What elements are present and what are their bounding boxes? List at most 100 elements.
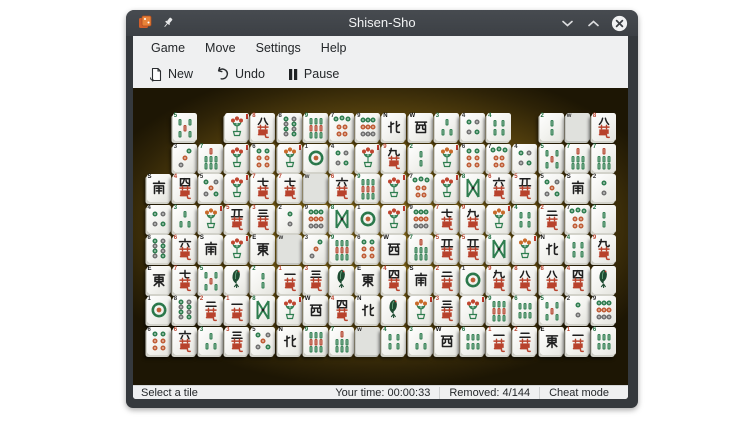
tile-wind-west[interactable]: W <box>435 327 459 355</box>
tile-character-2[interactable]: 2 <box>540 205 564 233</box>
tile-season[interactable] <box>513 235 537 263</box>
tile-wind-east[interactable]: E <box>251 235 275 263</box>
tile-bamboo-5[interactable]: 5 <box>173 113 197 141</box>
tile-character-6[interactable]: 6 <box>173 327 197 355</box>
tile-circle-7[interactable]: 7 <box>566 205 590 233</box>
tile-character-7[interactable]: 7 <box>251 174 275 202</box>
tile-wind-west[interactable]: W <box>409 113 433 141</box>
tile-bamboo-7[interactable]: 7 <box>330 327 354 355</box>
tile-white-dragon-blank[interactable]: w <box>566 113 590 141</box>
tile-bamboo-9[interactable]: 9 <box>330 235 354 263</box>
tile-circle-1[interactable]: 1 <box>304 144 328 172</box>
pause-button[interactable]: Pause <box>279 63 347 85</box>
tile-circle-2[interactable]: 2 <box>592 174 616 202</box>
menu-item-help[interactable]: Help <box>311 38 357 58</box>
tile-character-1[interactable]: 1 <box>278 266 302 294</box>
tile-flower[interactable] <box>382 174 406 202</box>
tile-wind-south[interactable]: S <box>566 174 590 202</box>
tile-character-9[interactable]: 9 <box>592 235 616 263</box>
tile-bamboo-9[interactable]: 9 <box>487 296 511 324</box>
menu-item-settings[interactable]: Settings <box>246 38 311 58</box>
tile-character-6[interactable]: 6 <box>487 174 511 202</box>
tile-character-2[interactable]: 2 <box>199 296 223 324</box>
tile-character-3[interactable]: 3 <box>435 296 459 324</box>
tile-bamboo-6[interactable]: 6 <box>592 327 616 355</box>
tile-wind-west[interactable]: W <box>382 235 406 263</box>
tile-bamboo-8[interactable]: 8 <box>461 174 485 202</box>
tile-character-2[interactable]: 2 <box>435 266 459 294</box>
tile-season[interactable] <box>487 205 511 233</box>
tile-bamboo-7[interactable]: 7 <box>566 144 590 172</box>
tile-circle-7[interactable]: 7 <box>487 144 511 172</box>
tile-flower[interactable] <box>461 296 485 324</box>
tile-flower[interactable] <box>225 235 249 263</box>
tile-bamboo-6[interactable]: 6 <box>461 327 485 355</box>
tile-character-8[interactable]: 8 <box>540 266 564 294</box>
tile-character-5[interactable]: 5 <box>513 174 537 202</box>
tile-character-6[interactable]: 6 <box>330 174 354 202</box>
tile-bamboo-2[interactable]: 2 <box>251 266 275 294</box>
tile-bamboo-4[interactable]: 4 <box>513 205 537 233</box>
tile-bamboo-5[interactable]: 5 <box>199 266 223 294</box>
tile-bamboo-8[interactable]: 8 <box>487 235 511 263</box>
tile-circle-5[interactable]: 5 <box>199 174 223 202</box>
tile-flower[interactable] <box>225 174 249 202</box>
tile-bamboo-8[interactable]: 8 <box>330 205 354 233</box>
tile-character-6[interactable]: 6 <box>173 235 197 263</box>
tile-character-7[interactable]: 7 <box>435 205 459 233</box>
tile-bamboo-4[interactable]: 4 <box>382 327 406 355</box>
tile-flower[interactable] <box>356 144 380 172</box>
tile-circle-4[interactable]: 4 <box>147 205 171 233</box>
tile-character-4[interactable]: 4 <box>566 266 590 294</box>
tile-season[interactable] <box>278 144 302 172</box>
tile-wind-north[interactable]: N <box>540 235 564 263</box>
tile-bamboo-3[interactable]: 3 <box>173 205 197 233</box>
tile-circle-9[interactable]: 9 <box>409 205 433 233</box>
tile-character-3[interactable]: 3 <box>251 205 275 233</box>
tile-bamboo-9[interactable]: 9 <box>304 327 328 355</box>
tile-circle-7[interactable]: 7 <box>330 113 354 141</box>
tile-circle-1[interactable]: 1 <box>461 266 485 294</box>
chevron-down-icon[interactable] <box>558 14 576 32</box>
tile-character-5[interactable]: 5 <box>225 205 249 233</box>
tile-wind-north[interactable]: N <box>356 296 380 324</box>
tile-character-5[interactable]: 5 <box>461 235 485 263</box>
tile-flower[interactable] <box>225 113 249 141</box>
tile-character-4[interactable]: 4 <box>382 266 406 294</box>
tile-character-9[interactable]: 9 <box>461 205 485 233</box>
tile-circle-1[interactable]: 1 <box>147 296 171 324</box>
tile-wind-east[interactable]: E <box>147 266 171 294</box>
tile-character-4[interactable]: 4 <box>330 296 354 324</box>
tile-circle-5[interactable]: 5 <box>251 327 275 355</box>
tile-circle-4[interactable]: 4 <box>513 144 537 172</box>
new-button[interactable]: New <box>141 63 201 86</box>
tile-white-dragon-blank[interactable]: w <box>304 174 328 202</box>
tile-wind-south[interactable]: S <box>147 174 171 202</box>
tile-character-9[interactable]: 9 <box>382 144 406 172</box>
tile-wind-south[interactable]: S <box>409 266 433 294</box>
tile-circle-8[interactable]: 8 <box>278 113 302 141</box>
tile-season[interactable] <box>435 144 459 172</box>
tile-circle-6[interactable]: 6 <box>251 144 275 172</box>
tile-character-1[interactable]: 1 <box>225 296 249 324</box>
tile-circle-8[interactable]: 8 <box>147 235 171 263</box>
tile-wind-east[interactable]: E <box>540 327 564 355</box>
chevron-up-icon[interactable] <box>584 14 602 32</box>
tile-circle-2[interactable]: 2 <box>566 296 590 324</box>
tile-wind-north[interactable]: N <box>278 327 302 355</box>
tile-circle-1[interactable]: 1 <box>356 205 380 233</box>
tile-bamboo-2[interactable]: 2 <box>540 113 564 141</box>
tile-flower[interactable] <box>435 174 459 202</box>
tile-character-3[interactable]: 3 <box>304 266 328 294</box>
tile-character-4[interactable]: 4 <box>173 174 197 202</box>
tile-wind-west[interactable]: W <box>304 296 328 324</box>
tile-bamboo-6[interactable]: 6 <box>513 296 537 324</box>
tile-character-7[interactable]: 7 <box>278 174 302 202</box>
tile-circle-9[interactable]: 9 <box>356 113 380 141</box>
tile-circle-6[interactable]: 6 <box>461 144 485 172</box>
tile-bamboo-2[interactable]: 2 <box>592 205 616 233</box>
tile-character-8[interactable]: 8 <box>592 113 616 141</box>
tile-circle-5[interactable]: 5 <box>540 174 564 202</box>
tile-bamboo-1-bird[interactable] <box>225 266 249 294</box>
tile-wind-north[interactable]: N <box>382 113 406 141</box>
